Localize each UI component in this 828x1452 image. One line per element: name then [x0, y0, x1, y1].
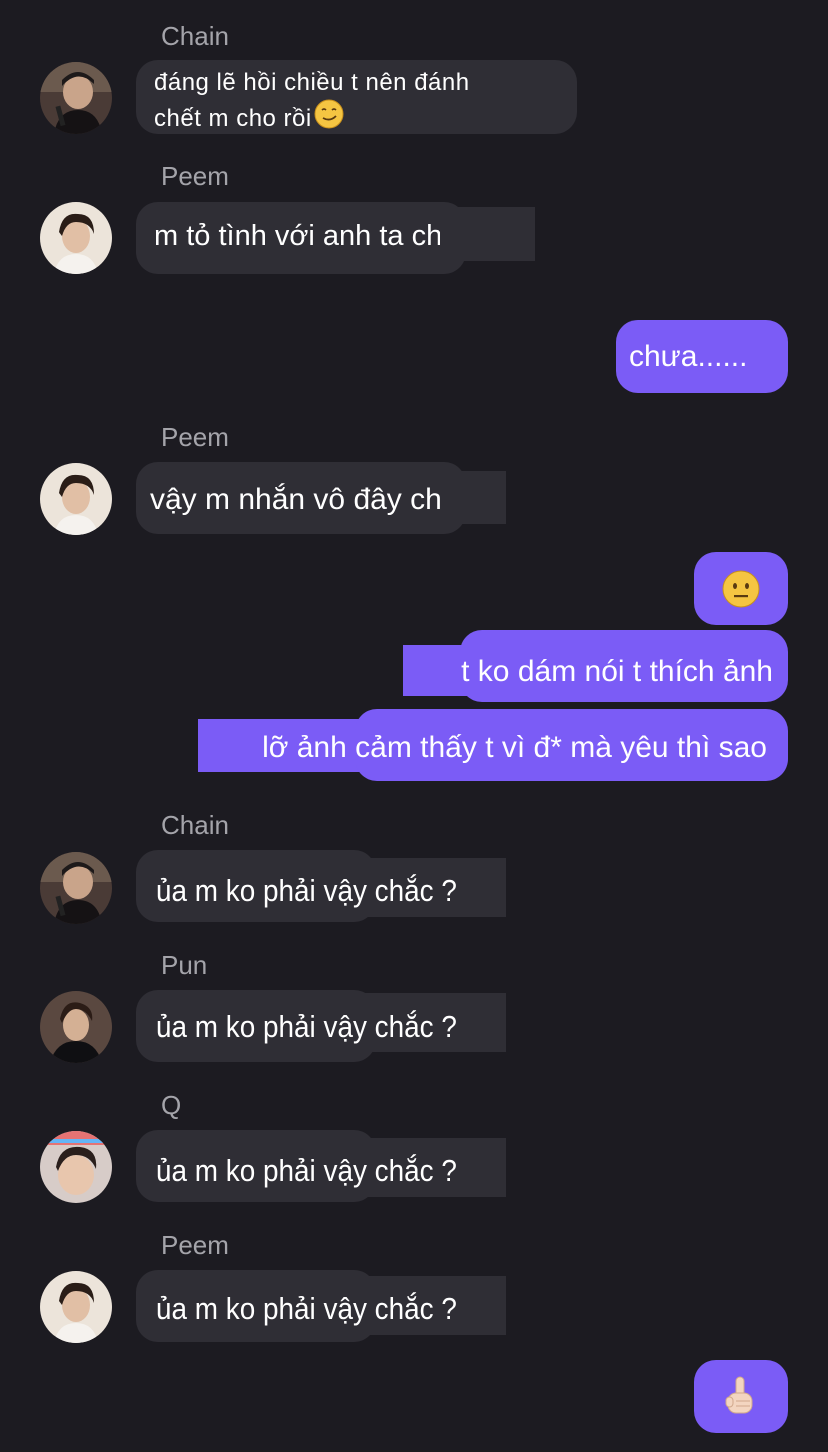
sender-name: Peem [161, 161, 229, 191]
avatar-chain[interactable] [40, 62, 112, 134]
avatar-pun[interactable] [40, 991, 112, 1063]
pointing-up-hand-emoji [722, 1375, 758, 1424]
message-bubble-outgoing[interactable] [694, 552, 788, 625]
message-text: vậy m nhắn vô đây chi [150, 483, 449, 516]
message-text: ủa m ko phải vậy chắc ? [156, 1009, 457, 1044]
avatar-peem[interactable] [40, 463, 112, 535]
message-text-line: đáng lẽ hồi chiều t nên đánh [154, 69, 470, 96]
sender-name: Chain [161, 810, 229, 840]
message-text: ủa m ko phải vậy chắc ? [156, 873, 457, 908]
message-text-line: chết m cho rồi [154, 104, 312, 132]
sender-name: Q [161, 1090, 182, 1120]
message-text: chưa...... [629, 340, 748, 373]
sender-name: Peem [161, 422, 229, 452]
sender-name: Pun [161, 950, 208, 980]
sender-name: Chain [161, 21, 229, 51]
message-text: ủa m ko phải vậy chắc ? [156, 1291, 457, 1326]
message-bubble[interactable]: đáng lẽ hồi chiều t nên đánh chết m cho … [136, 60, 577, 134]
message-bubble-outgoing[interactable]: chưa...... [616, 320, 788, 393]
sender-name: Peem [161, 1230, 229, 1260]
avatar-peem[interactable] [40, 1271, 112, 1343]
bubble-tail [440, 207, 535, 261]
bubble-tail [440, 471, 506, 524]
message-bubble[interactable]: m tỏ tình với anh ta chưa ? [136, 202, 466, 274]
avatar-chain[interactable] [40, 852, 112, 924]
message-text: ủa m ko phải vậy chắc ? [156, 1153, 457, 1188]
neutral-face-emoji [721, 569, 761, 614]
avatar-q[interactable] [40, 1131, 112, 1203]
smirk-emoji [314, 99, 344, 134]
message-text: lỡ ảnh cảm thấy t vì đ* mà yêu thì sao [262, 731, 767, 764]
message-bubble[interactable]: vậy m nhắn vô đây chi [136, 462, 466, 534]
avatar-peem[interactable] [40, 202, 112, 274]
message-bubble-outgoing[interactable] [694, 1360, 788, 1433]
message-text: t ko dám nói t thích ảnh [461, 655, 773, 688]
message-text: m tỏ tình với anh ta chưa ? [154, 220, 466, 252]
